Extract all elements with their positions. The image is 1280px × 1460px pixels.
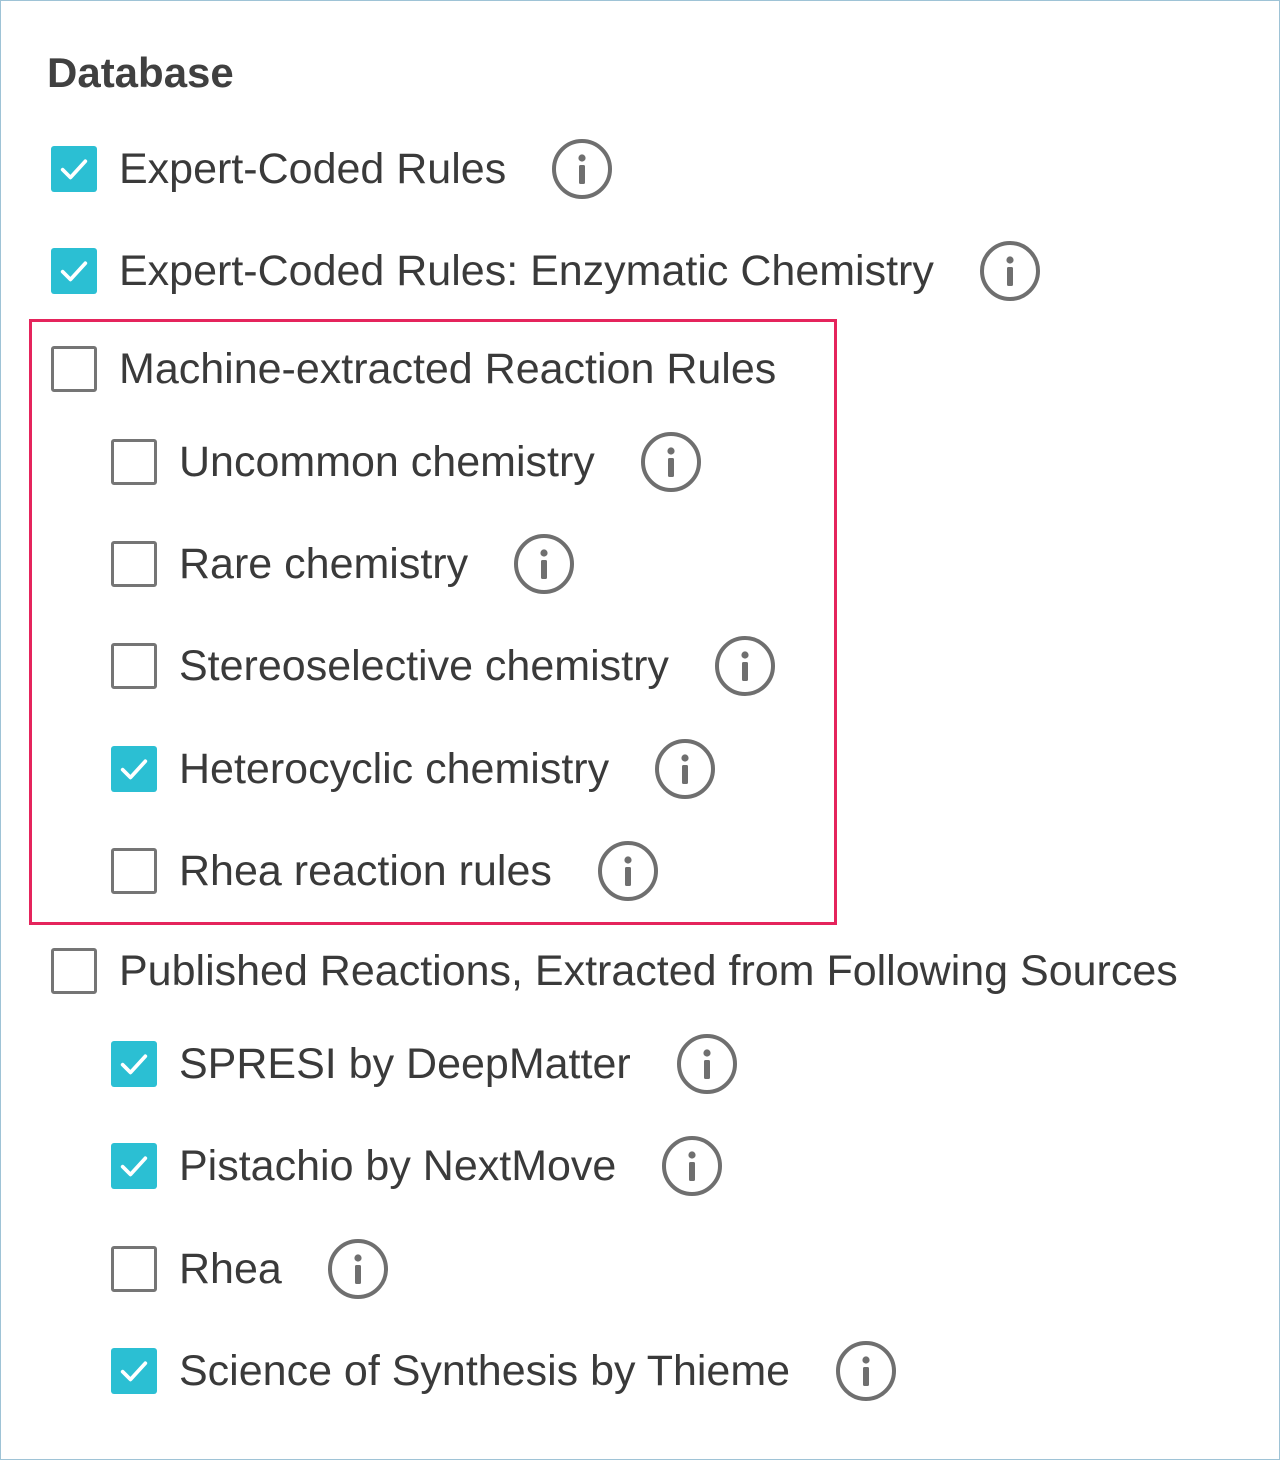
option-label: Machine-extracted Reaction Rules: [119, 345, 777, 393]
option-heterocyclic-chemistry: Heterocyclic chemistry: [111, 739, 716, 799]
option-published-reactions: Published Reactions, Extracted from Foll…: [51, 941, 1178, 1001]
option-rhea-reaction-rules: Rhea reaction rules: [111, 841, 658, 901]
checkbox-science-of-synthesis[interactable]: [111, 1348, 157, 1394]
check-icon: [120, 1054, 148, 1075]
option-expert-coded-rules: Expert-Coded Rules: [51, 139, 613, 199]
option-label: Rare chemistry: [179, 540, 469, 588]
option-stereoselective-chemistry: Stereoselective chemistry: [111, 636, 775, 696]
info-icon[interactable]: [552, 139, 613, 199]
checkbox-spresi[interactable]: [111, 1041, 157, 1087]
info-icon[interactable]: [714, 636, 775, 696]
info-icon[interactable]: [514, 534, 575, 594]
checkbox-rhea[interactable]: [111, 1246, 157, 1292]
info-icon[interactable]: [597, 841, 658, 901]
checkbox-heterocyclic-chemistry[interactable]: [111, 746, 157, 792]
option-expert-coded-rules-enzymatic: Expert-Coded Rules: Enzymatic Chemistry: [51, 241, 1040, 301]
option-science-of-synthesis: Science of Synthesis by Thieme: [111, 1341, 897, 1401]
info-icon[interactable]: [979, 241, 1040, 301]
option-label: Science of Synthesis by Thieme: [179, 1347, 791, 1395]
option-rare-chemistry: Rare chemistry: [111, 534, 575, 594]
info-icon[interactable]: [662, 1136, 723, 1196]
checkbox-published-reactions[interactable]: [51, 948, 97, 994]
info-icon[interactable]: [676, 1034, 737, 1094]
checkbox-machine-extracted-rules[interactable]: [51, 346, 97, 392]
info-icon[interactable]: [640, 432, 701, 492]
checkbox-rhea-reaction-rules[interactable]: [111, 848, 157, 894]
checkbox-rare-chemistry[interactable]: [111, 541, 157, 587]
option-spresi: SPRESI by DeepMatter: [111, 1034, 737, 1094]
option-rhea: Rhea: [111, 1239, 388, 1299]
database-panel: Database Expert-Coded Rules Expert-Coded…: [0, 0, 1280, 1460]
checkbox-pistachio[interactable]: [111, 1143, 157, 1189]
info-icon[interactable]: [836, 1341, 897, 1401]
checkbox-expert-coded-rules[interactable]: [51, 146, 97, 192]
checkbox-stereoselective-chemistry[interactable]: [111, 643, 157, 689]
option-label: Heterocyclic chemistry: [179, 745, 610, 793]
option-label: SPRESI by DeepMatter: [179, 1040, 631, 1088]
check-icon: [120, 1156, 148, 1177]
check-icon: [60, 159, 88, 180]
checkbox-expert-coded-rules-enzymatic[interactable]: [51, 248, 97, 294]
option-label: Expert-Coded Rules: Enzymatic Chemistry: [119, 247, 934, 295]
option-machine-extracted-rules: Machine-extracted Reaction Rules: [51, 339, 776, 399]
option-label: Rhea: [179, 1245, 282, 1293]
option-pistachio: Pistachio by NextMove: [111, 1136, 723, 1196]
check-icon: [120, 1361, 148, 1382]
option-label: Rhea reaction rules: [179, 847, 552, 895]
option-label: Uncommon chemistry: [179, 438, 595, 486]
info-icon[interactable]: [655, 739, 716, 799]
option-label: Stereoselective chemistry: [179, 642, 669, 690]
checkbox-uncommon-chemistry[interactable]: [111, 439, 157, 485]
section-title: Database: [47, 49, 234, 96]
option-uncommon-chemistry: Uncommon chemistry: [111, 432, 701, 492]
check-icon: [120, 759, 148, 780]
check-icon: [60, 261, 88, 282]
option-label: Expert-Coded Rules: [119, 145, 507, 193]
info-icon[interactable]: [327, 1239, 388, 1299]
highlight-box: [29, 319, 837, 925]
option-label: Published Reactions, Extracted from Foll…: [119, 947, 1178, 995]
option-label: Pistachio by NextMove: [179, 1142, 617, 1190]
